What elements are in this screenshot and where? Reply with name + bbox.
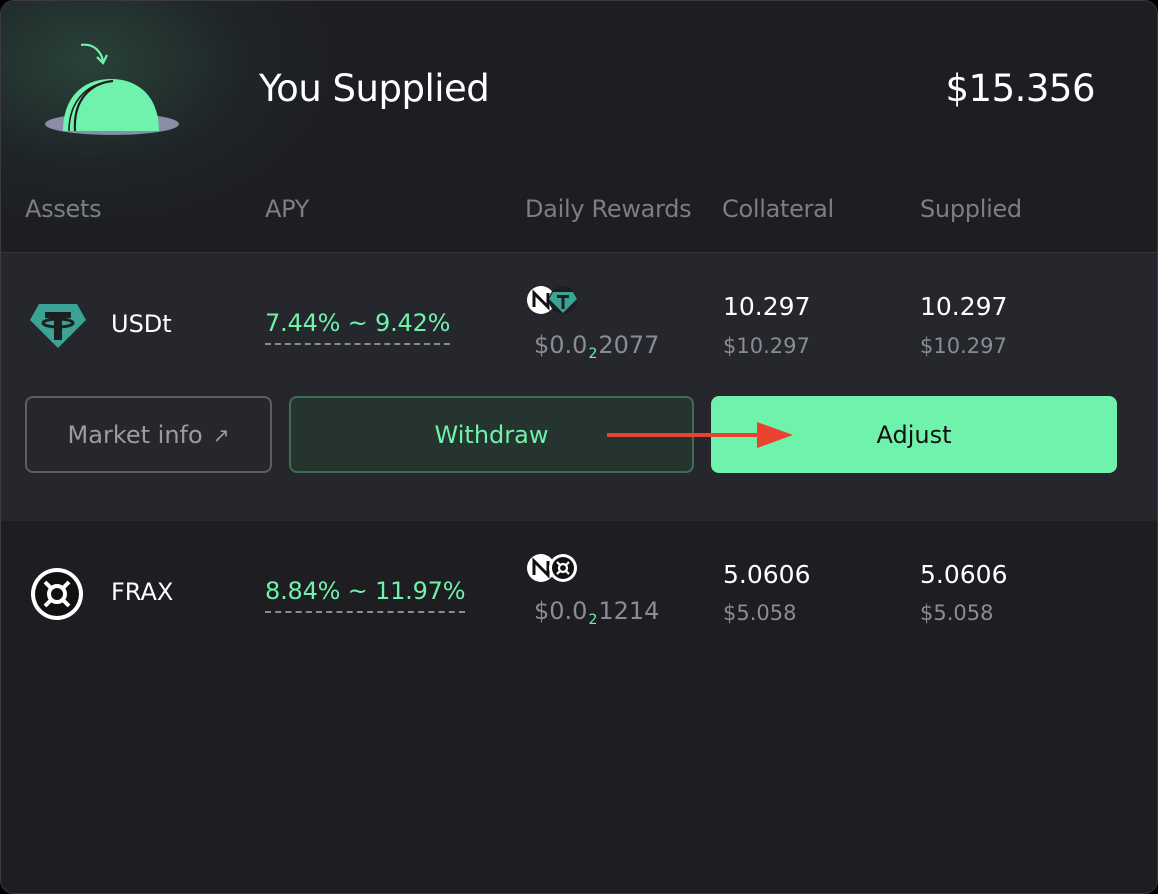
daily-reward-value: $0.021214: [534, 597, 660, 628]
withdraw-label: Withdraw: [434, 420, 549, 449]
daily-reward-value: $0.022077: [534, 331, 660, 362]
total-supplied-amount: $15.356: [945, 67, 1095, 110]
apy-range[interactable]: 7.44% ~ 9.42%: [265, 309, 450, 345]
column-supplied: Supplied: [920, 195, 1022, 223]
supplied-usd: $10.297: [920, 334, 1007, 358]
frax-token-icon: [31, 568, 83, 620]
reward-tokens-icon: [527, 554, 577, 582]
apy-range[interactable]: 8.84% ~ 11.97%: [265, 577, 466, 613]
adjust-label: Adjust: [876, 420, 952, 449]
supply-coin-icon: [45, 43, 179, 135]
supplied-panel: You Supplied $15.356 Assets APY Daily Re…: [0, 0, 1158, 894]
market-info-button[interactable]: Market info ↗: [25, 396, 272, 473]
supplied-amount: 10.297: [920, 292, 1008, 321]
collateral-usd: $10.297: [723, 334, 810, 358]
supplied-usd: $5.058: [920, 601, 994, 625]
column-daily-rewards: Daily Rewards: [525, 195, 692, 223]
column-apy: APY: [265, 195, 310, 223]
page-title: You Supplied: [259, 67, 490, 110]
asset-name: USDt: [111, 310, 172, 338]
external-link-icon: ↗: [212, 422, 230, 447]
asset-name: FRAX: [111, 578, 174, 606]
collateral-amount: 5.0606: [723, 560, 811, 589]
collateral-usd: $5.058: [723, 601, 797, 625]
market-info-label: Market info: [67, 420, 203, 449]
usdt-token-icon: [30, 304, 86, 348]
supplied-amount: 5.0606: [920, 560, 1008, 589]
column-collateral: Collateral: [722, 195, 834, 223]
reward-tokens-icon: [527, 286, 577, 314]
table-header: Assets APY Daily Rewards Collateral Supp…: [1, 195, 1157, 225]
collateral-amount: 10.297: [723, 292, 811, 321]
annotation-arrow-icon: [607, 422, 793, 448]
column-assets: Assets: [25, 195, 102, 223]
